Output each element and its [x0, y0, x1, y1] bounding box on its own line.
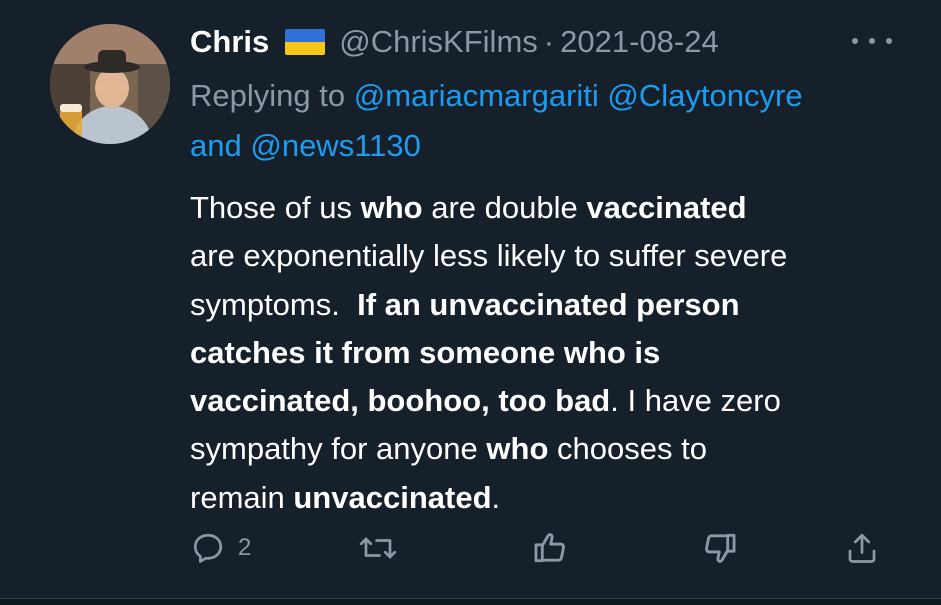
- tweet-text-line: are exponentially less likely to suffer …: [190, 238, 788, 274]
- author-handle[interactable]: @ChrisKFilms: [339, 24, 538, 60]
- tweet-text-line: sympathy for anyone who chooses to: [190, 431, 707, 467]
- thumbs-up-icon: [534, 533, 565, 563]
- share-button[interactable]: [844, 528, 880, 568]
- action-bar: 2: [0, 528, 941, 568]
- mention-link[interactable]: @mariacmargariti: [354, 78, 599, 113]
- mention-link[interactable]: @Claytoncyre: [607, 78, 802, 113]
- tweet-header: Chris @ChrisKFilms · 2021-08-24: [190, 22, 719, 62]
- share-icon: [848, 533, 876, 563]
- and-word: and: [190, 128, 242, 163]
- separator-dot: ·: [543, 24, 555, 59]
- tweet-text-line: Those of us who are double vaccinated: [190, 190, 747, 225]
- like-button[interactable]: [532, 528, 570, 568]
- tweet-date[interactable]: 2021-08-24: [560, 24, 719, 60]
- replying-to-line: Replying to @mariacmargariti @Claytoncyr…: [190, 78, 803, 114]
- retweet-icon: [359, 537, 397, 559]
- avatar[interactable]: [50, 24, 170, 144]
- tweet-text: Those of us who are double vaccinated ar…: [190, 184, 910, 522]
- tweet-text-line: remain unvaccinated.: [190, 479, 501, 515]
- tweet-card[interactable]: Chris @ChrisKFilms · 2021-08-24 Replying…: [0, 0, 941, 598]
- more-options-icon[interactable]: [852, 28, 892, 54]
- dislike-button[interactable]: [700, 528, 738, 568]
- replying-to-line: and @news1130: [190, 128, 421, 164]
- thumbs-down-icon: [705, 533, 736, 563]
- avatar-image: [50, 24, 170, 144]
- replying-to-label: Replying to: [190, 78, 346, 113]
- tweet-text-line: symptoms. If an unvaccinated person: [190, 286, 740, 322]
- tweet-text-line: vaccinated, boohoo, too bad. I have zero: [190, 383, 781, 419]
- divider: [0, 598, 941, 605]
- ukraine-flag-icon: [285, 29, 326, 55]
- reply-icon: [193, 533, 223, 563]
- retweet-button[interactable]: [358, 528, 398, 568]
- tweet-text-line: catches it from someone who is: [190, 334, 661, 370]
- author-name[interactable]: Chris: [190, 24, 269, 60]
- mention-link[interactable]: @news1130: [250, 128, 421, 163]
- reply-count: 2: [238, 534, 252, 561]
- reply-button[interactable]: 2: [190, 528, 251, 568]
